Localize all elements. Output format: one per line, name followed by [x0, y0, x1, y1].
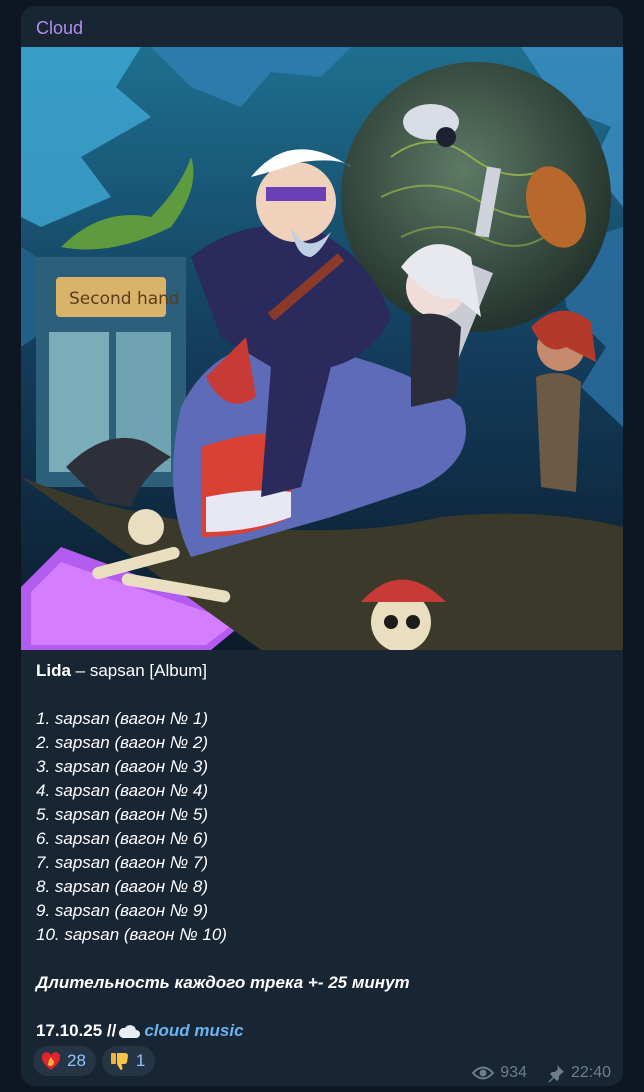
eye-icon	[472, 1066, 495, 1080]
track-item: 7. sapsan (вагон № 7)	[36, 853, 209, 872]
reaction-count: 28	[67, 1051, 86, 1070]
reactions-bar: 28 1	[33, 1046, 156, 1076]
channel-name[interactable]: Cloud	[36, 18, 83, 39]
message-bubble: Cloud Second hand Lida – sapsan [Album] …	[21, 6, 623, 1086]
track-item: 6. sapsan (вагон № 6)	[36, 829, 209, 848]
album-title-line: Lida – sapsan [Album]	[36, 659, 606, 683]
post-date: 17.10.25 //	[36, 1021, 117, 1040]
track-item: 8. sapsan (вагон № 8)	[36, 877, 209, 896]
track-item: 10. sapsan (вагон № 10)	[36, 925, 227, 944]
album-cover-image[interactable]: Second hand	[21, 47, 623, 650]
track-item: 3. sapsan (вагон № 3)	[36, 757, 209, 776]
track-item: 5. sapsan (вагон № 5)	[36, 805, 209, 824]
reaction-count: 1	[135, 1051, 146, 1070]
track-item: 9. sapsan (вагон № 9)	[36, 901, 209, 920]
cloud-icon	[118, 1022, 141, 1046]
cloud-music-link[interactable]: cloud music	[144, 1021, 243, 1040]
track-item: 2. sapsan (вагон № 2)	[36, 733, 209, 752]
view-count: 934	[500, 1064, 527, 1081]
reaction-heart-on-fire[interactable]: 28	[33, 1046, 96, 1076]
pin-icon	[547, 1065, 564, 1082]
duration-note: Длительность каждого трека +- 25 минут	[36, 973, 410, 992]
message-text: Lida – sapsan [Album] 1. sapsan (вагон №…	[36, 659, 606, 1043]
reaction-thumbs-down[interactable]: 1	[101, 1046, 156, 1076]
track-item: 4. sapsan (вагон № 4)	[36, 781, 209, 800]
artist-name: Lida	[36, 661, 71, 680]
footer-line: 17.10.25 // cloud music	[36, 1019, 606, 1043]
second-hand-sign: Second hand	[69, 289, 180, 309]
album-title: – sapsan [Album]	[70, 661, 208, 680]
track-item: 1. sapsan (вагон № 1)	[36, 709, 209, 728]
post-time: 22:40	[570, 1064, 611, 1081]
heart-on-fire-icon	[41, 1052, 61, 1070]
thumbs-down-icon	[110, 1053, 128, 1070]
message-meta: 934 22:40	[472, 1064, 611, 1082]
